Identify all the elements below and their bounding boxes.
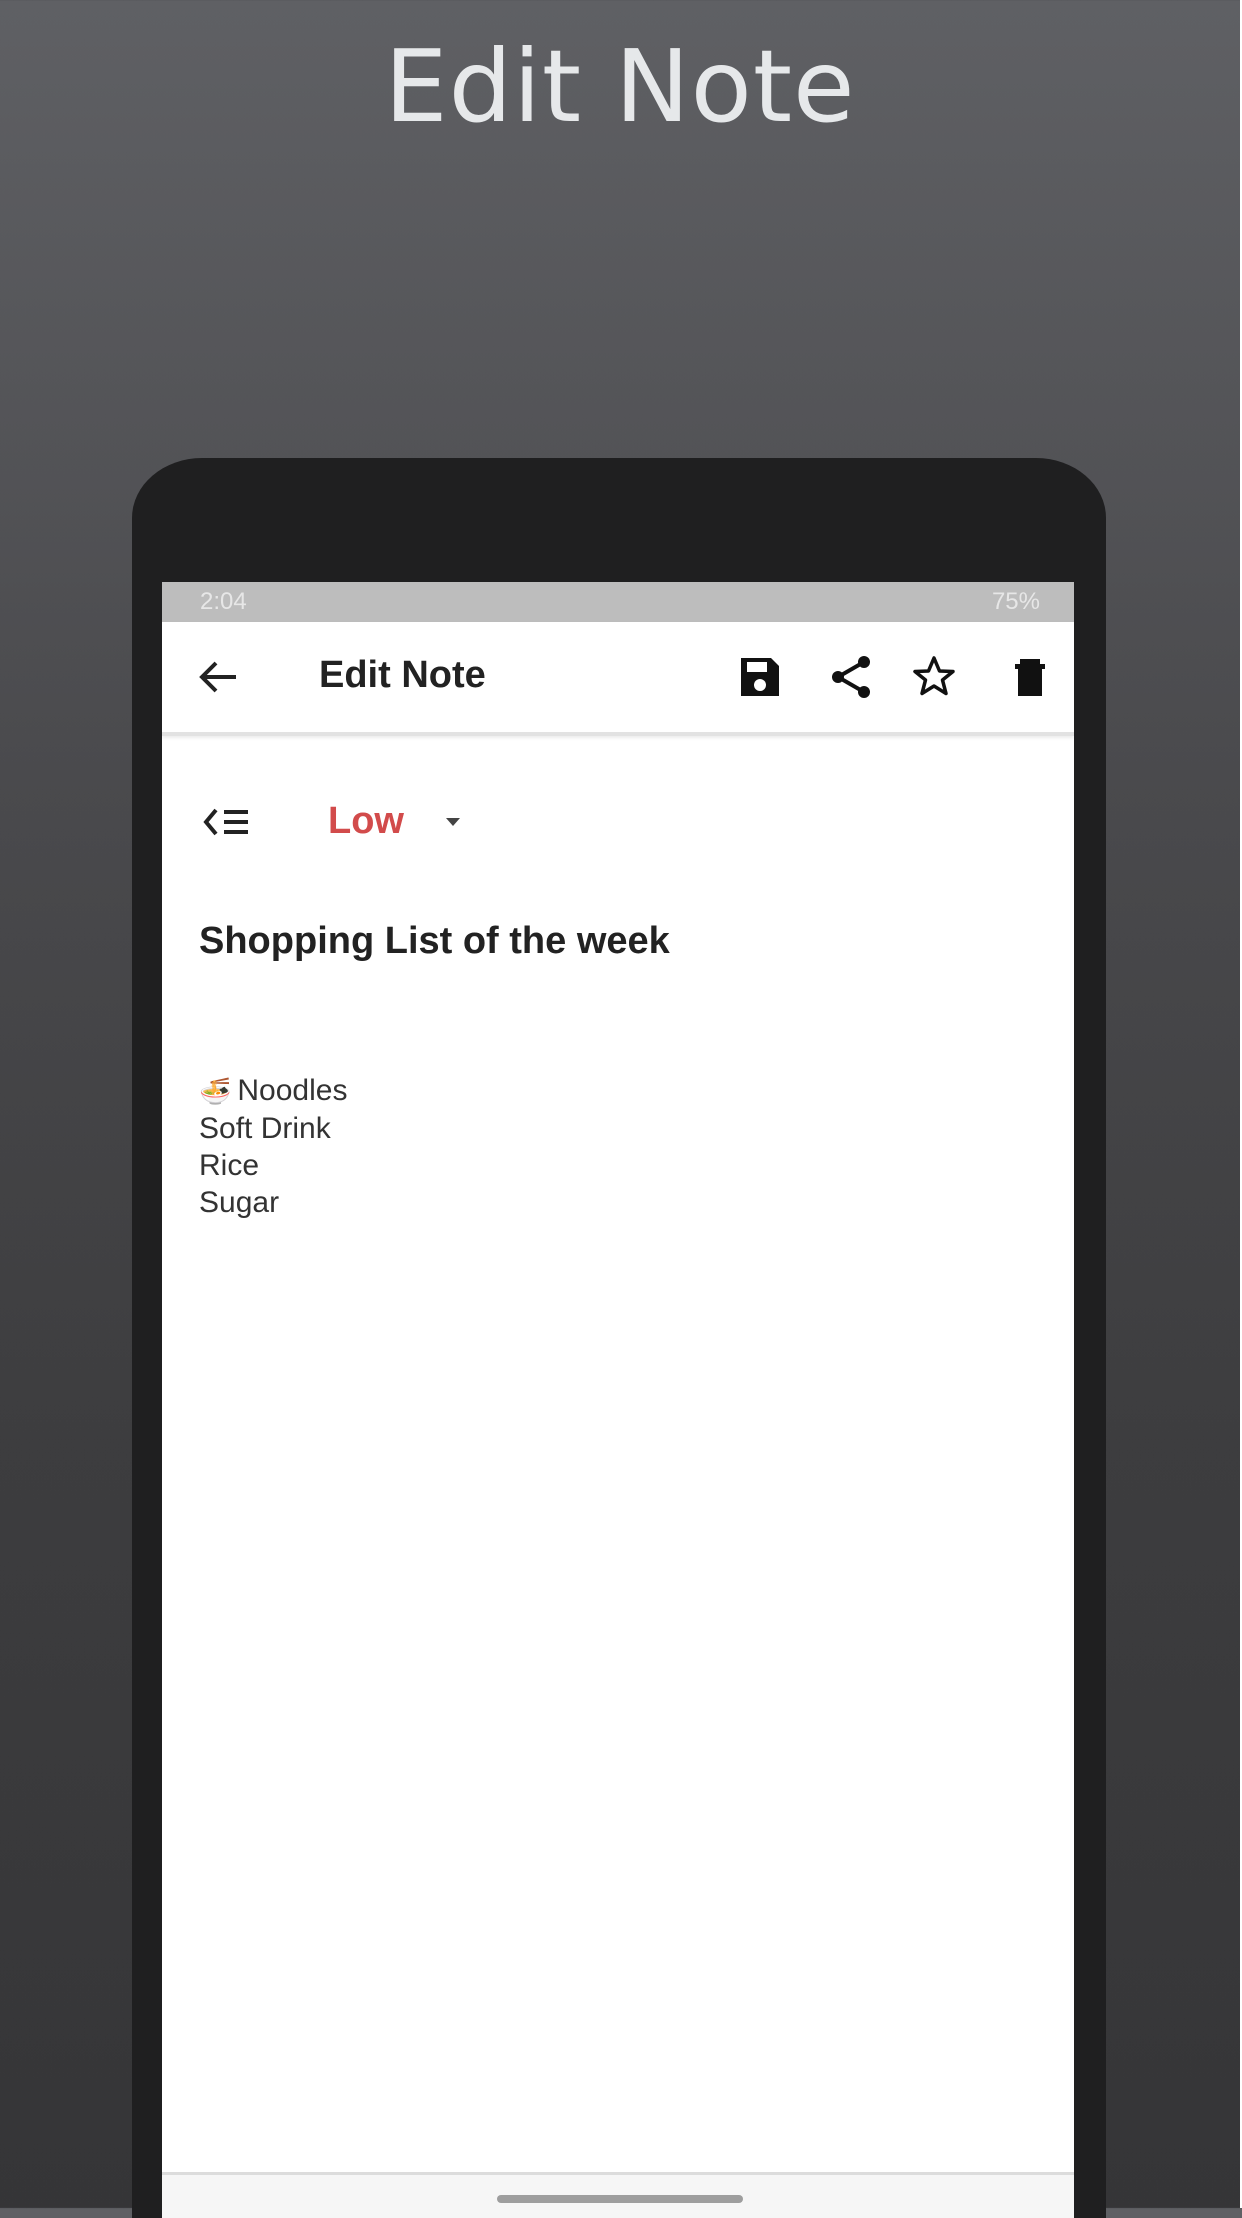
app-bar-title: Edit Note [319, 654, 486, 696]
home-gesture-bar[interactable] [497, 2195, 743, 2203]
list-item: Sugar [199, 1186, 280, 1219]
note-title[interactable]: Shopping List of the week [199, 920, 670, 963]
save-button[interactable] [735, 652, 785, 702]
navigation-bar [162, 2172, 1074, 2218]
status-battery: 75% [991, 588, 1040, 615]
back-arrow-icon [199, 661, 236, 693]
chevron-down-icon [446, 818, 460, 826]
list-item: Rice [199, 1149, 260, 1182]
priority-selector[interactable]: Low [162, 782, 1074, 862]
save-icon [741, 658, 779, 696]
list-icon [203, 808, 248, 836]
app-bar: Edit Note [162, 622, 1074, 736]
back-button[interactable] [196, 657, 240, 697]
list-item: 🍜 Noodles [199, 1072, 347, 1110]
status-time: 2:04 [200, 588, 247, 615]
noodle-bowl-icon: 🍜 [199, 1076, 232, 1106]
delete-icon [1015, 659, 1045, 696]
share-icon [832, 656, 870, 698]
note-body[interactable]: 🍜 Noodles Soft Drink Rice Sugar [199, 1072, 347, 1221]
delete-button[interactable] [1006, 652, 1056, 702]
favorite-button[interactable] [909, 652, 959, 702]
status-bar: 2:04 75% [162, 582, 1074, 622]
phone-frame: 2:04 75% Edit Note Low Shopping List of … [132, 458, 1106, 2218]
star-icon [913, 656, 955, 696]
phone-screen: 2:04 75% Edit Note Low Shopping List of … [162, 582, 1074, 2218]
list-item: Soft Drink [199, 1112, 331, 1145]
promo-title: Edit Note [384, 28, 856, 145]
priority-value: Low [328, 800, 404, 842]
share-button[interactable] [826, 652, 876, 702]
